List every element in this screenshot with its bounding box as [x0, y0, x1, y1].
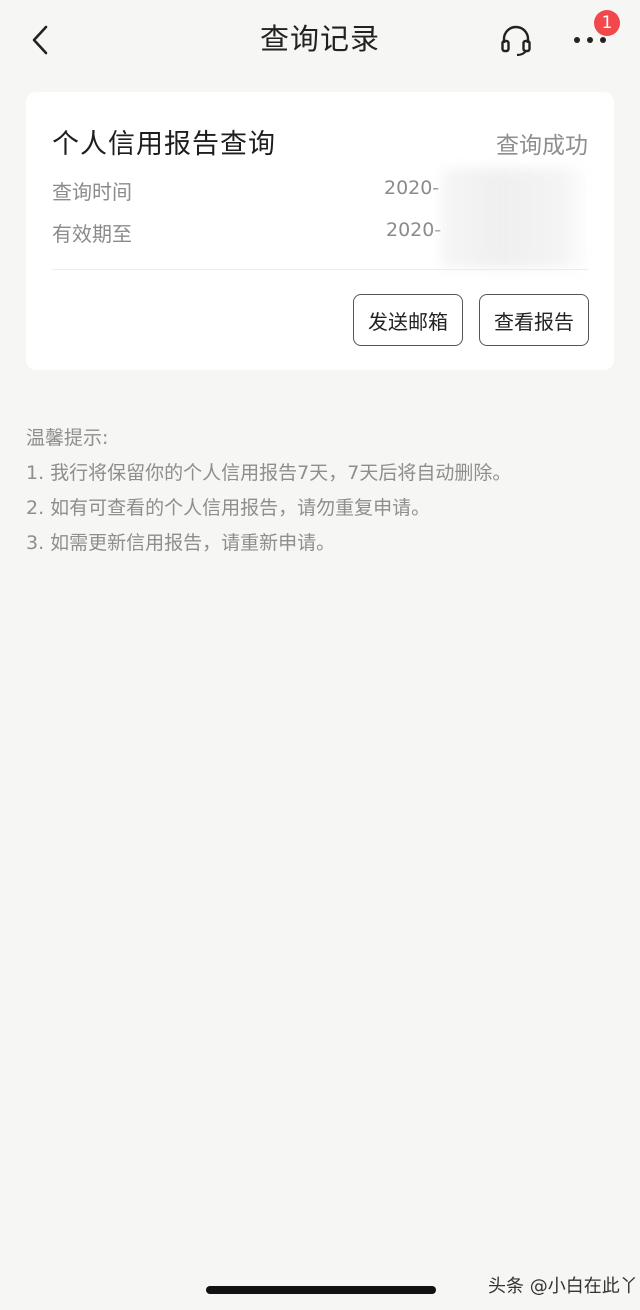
send-email-button[interactable]: 发送邮箱	[353, 294, 463, 346]
tips-section: 温馨提示: 1. 我行将保留你的个人信用报告7天，7天后将自动删除。 2. 如有…	[26, 424, 616, 564]
navigation-bar: 查询记录 1	[0, 0, 640, 80]
watermark: 头条 @小白在此丫	[488, 1276, 638, 1297]
query-time-value: 2020-	[384, 177, 440, 199]
headset-icon	[501, 25, 531, 57]
record-title: 个人信用报告查询	[52, 129, 276, 160]
query-time-label: 查询时间	[52, 180, 132, 204]
notification-badge: 1	[594, 10, 620, 36]
card-divider	[52, 269, 588, 270]
tips-heading: 温馨提示:	[26, 427, 109, 449]
more-dots-icon	[574, 37, 606, 43]
tip-item: 1. 我行将保留你的个人信用报告7天，7天后将自动删除。	[26, 462, 512, 484]
customer-service-button[interactable]	[496, 20, 536, 60]
query-record-card: 个人信用报告查询 查询成功 查询时间 2020- 有效期至 2020- 发送邮箱…	[26, 92, 614, 370]
tip-item: 2. 如有可查看的个人信用报告，请勿重复申请。	[26, 497, 431, 519]
redacted-area	[441, 168, 591, 268]
valid-until-label: 有效期至	[52, 222, 132, 246]
status-badge: 查询成功	[496, 133, 588, 159]
home-indicator	[206, 1286, 436, 1294]
view-report-button[interactable]: 查看报告	[479, 294, 589, 346]
valid-until-value: 2020-	[386, 219, 442, 241]
tip-item: 3. 如需更新信用报告，请重新申请。	[26, 532, 336, 554]
page-title: 查询记录	[259, 22, 380, 56]
